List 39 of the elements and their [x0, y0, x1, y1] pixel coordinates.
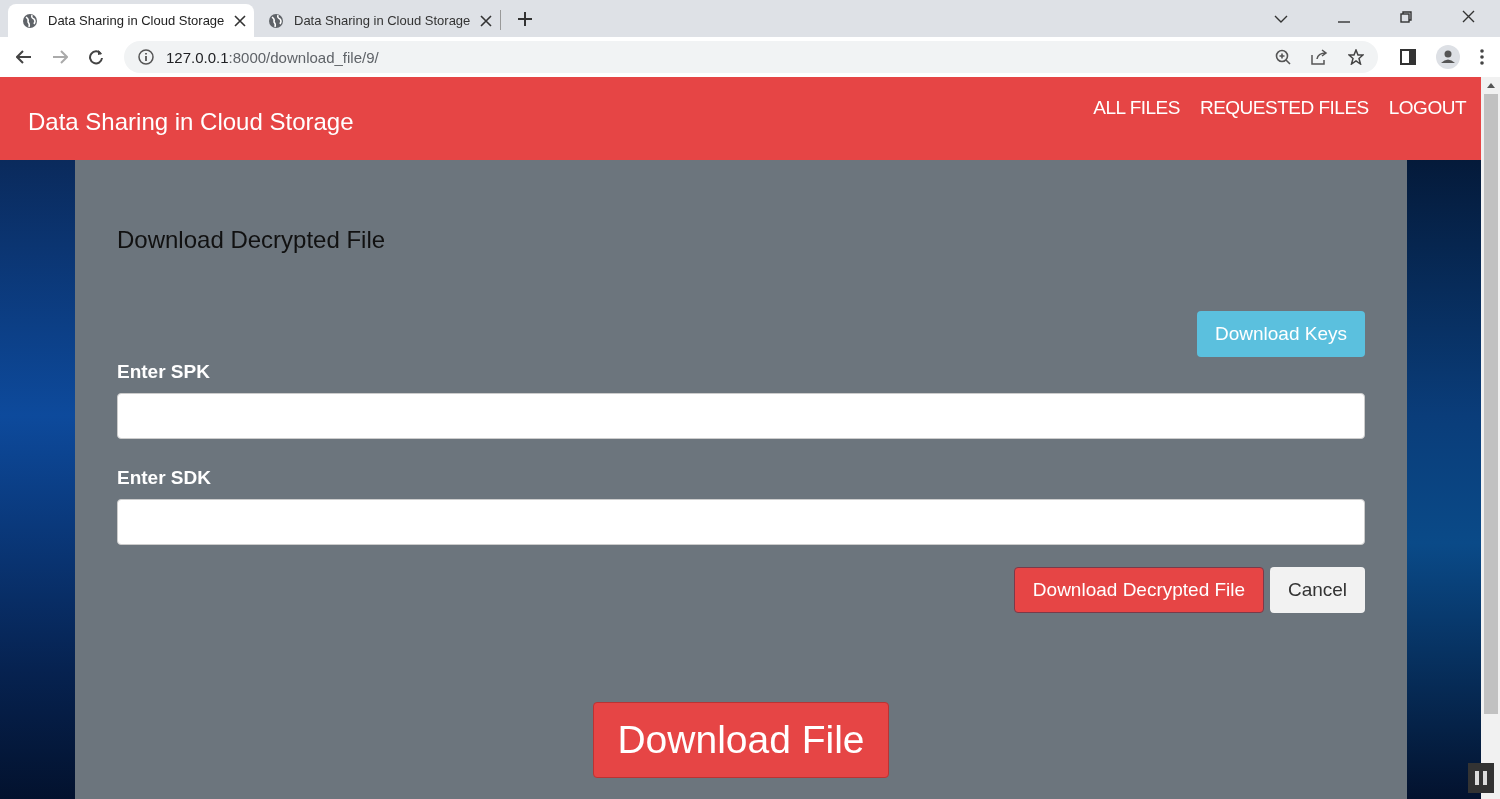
cancel-button[interactable]: Cancel: [1270, 567, 1365, 613]
close-icon[interactable]: [234, 14, 247, 27]
new-tab-icon[interactable]: [518, 12, 532, 26]
menu-icon[interactable]: [1480, 49, 1484, 65]
input-field[interactable]: [117, 393, 1365, 439]
address-bar[interactable]: 127.0.0.1:8000/download_file/9/: [124, 41, 1378, 73]
site-title[interactable]: Data Sharing in Cloud Storage: [28, 107, 354, 136]
input-field[interactable]: [117, 499, 1365, 545]
pause-button[interactable]: [1468, 763, 1494, 793]
profile-avatar-icon[interactable]: [1436, 45, 1460, 69]
share-icon[interactable]: [1311, 49, 1328, 65]
scrollbar[interactable]: [1481, 77, 1500, 799]
form-title: Download Decrypted File: [117, 226, 387, 254]
nav-link[interactable]: REQUESTED FILES: [1199, 96, 1369, 119]
globe-icon: [22, 12, 38, 29]
globe-icon: [268, 12, 284, 29]
back-arrow-icon[interactable]: [16, 50, 32, 64]
field-label: Enter SPK: [117, 361, 211, 383]
download-file-button[interactable]: Download File: [593, 702, 889, 778]
pause-icon: [1475, 771, 1487, 785]
field-label: Enter SDK: [117, 467, 212, 489]
browser-tab[interactable]: Data Sharing in Cloud Storage: [254, 4, 500, 37]
nav-link[interactable]: LOGOUT: [1388, 96, 1466, 119]
restore-icon[interactable]: [1400, 11, 1412, 23]
chevron-down-icon[interactable]: [1274, 15, 1288, 23]
zoom-icon[interactable]: [1275, 49, 1291, 65]
download-keys-button[interactable]: Download Keys: [1197, 311, 1365, 357]
browser-tab[interactable]: Data Sharing in Cloud Storage: [8, 4, 254, 37]
reload-icon[interactable]: [88, 49, 104, 65]
scroll-up-icon[interactable]: [1486, 83, 1495, 88]
close-icon[interactable]: [1462, 10, 1475, 23]
side-panel-icon[interactable]: [1400, 49, 1416, 65]
nav-link[interactable]: ALL FILES: [1093, 96, 1180, 119]
scrollbar-thumb[interactable]: [1483, 94, 1498, 714]
info-icon: [138, 49, 154, 65]
download-decrypted-file-button[interactable]: Download Decrypted File: [1014, 567, 1264, 613]
close-icon[interactable]: [480, 14, 493, 27]
url-text: 127.0.0.1:8000/download_file/9/: [166, 48, 379, 66]
star-icon[interactable]: [1348, 49, 1364, 65]
